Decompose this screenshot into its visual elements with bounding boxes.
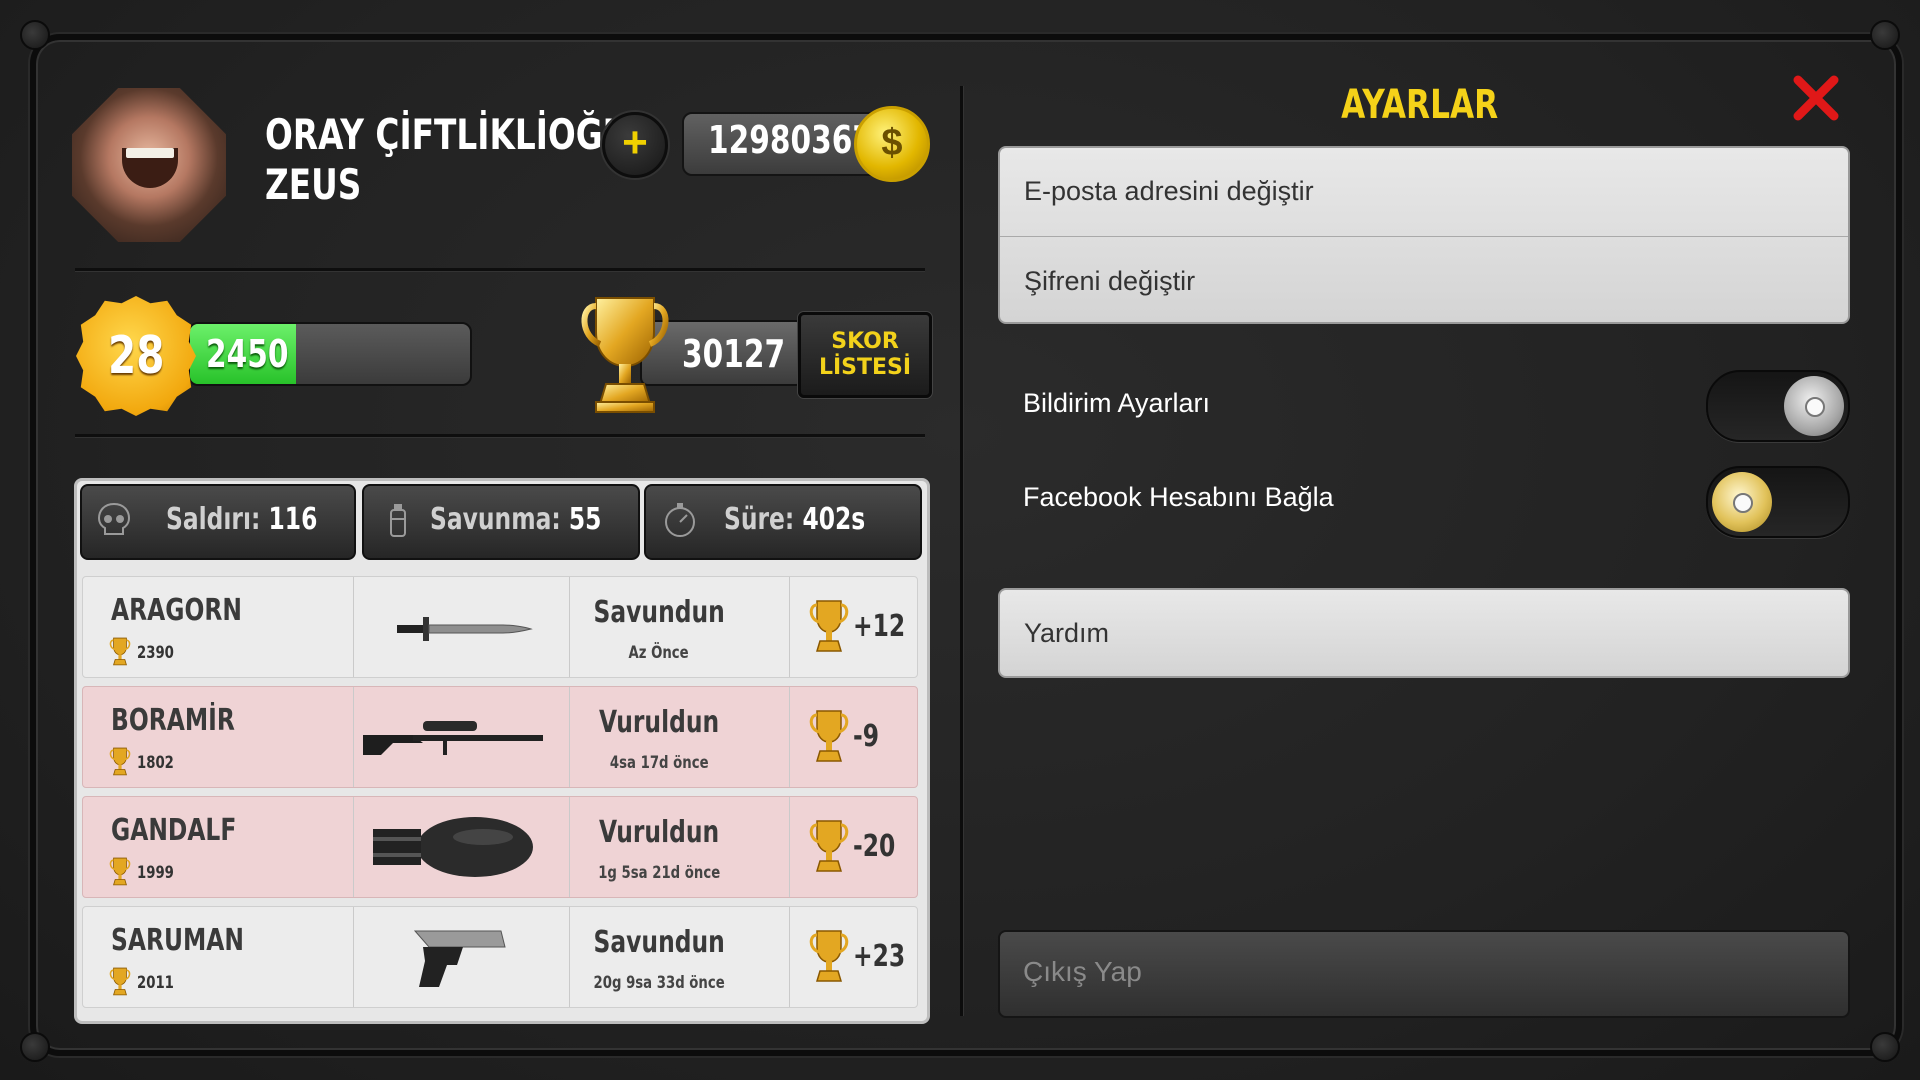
- panel-divider: [960, 86, 963, 1016]
- close-icon[interactable]: [1792, 74, 1840, 122]
- facebook-label: Facebook Hesabını Bağla: [1023, 482, 1334, 512]
- trophy-icon: [581, 297, 669, 413]
- toggle-knob: [1784, 376, 1844, 436]
- battle-result: Vuruldun: [598, 815, 720, 850]
- opponent-name: SARUMAN: [111, 923, 244, 958]
- trophy-icon: [109, 857, 131, 887]
- coin-icon: $: [854, 106, 930, 182]
- scoreboard-button-label: SKOR LİSTESİ: [801, 329, 929, 381]
- add-coins-button[interactable]: +: [602, 112, 668, 178]
- avatar-teeth: [126, 148, 174, 158]
- battle-row[interactable]: BORAMİR 1802 Vuruldun 4sa 17d önce -9: [82, 686, 918, 788]
- trophy-icon: [809, 929, 849, 985]
- knob-center: [1733, 493, 1753, 513]
- notifications-label: Bildirim Ayarları: [1023, 388, 1211, 418]
- defense-label: Savunma:: [430, 502, 561, 537]
- trophy-icon: [109, 747, 131, 777]
- cell-divider: [789, 577, 790, 677]
- opponent-score: 1802: [137, 753, 174, 773]
- trophy-icon: [109, 637, 131, 667]
- notifications-toggle[interactable]: [1706, 370, 1850, 442]
- coin-balance: 12980367: [708, 118, 873, 162]
- battle-time: 4sa 17d önce: [609, 753, 709, 773]
- trophy-icon: [809, 599, 849, 655]
- opponent-name: GANDALF: [111, 813, 237, 848]
- sniper-rifle-icon: [353, 697, 553, 777]
- trophy-delta: +12: [853, 609, 906, 644]
- trophy-count: 30127: [682, 332, 786, 376]
- bolt-icon: [20, 1032, 50, 1062]
- opponent-score: 1999: [137, 863, 174, 883]
- logout-label: Çıkış Yap: [1023, 956, 1142, 987]
- battle-time: 20g 9sa 33d önce: [593, 973, 725, 993]
- trophy-delta: -20: [853, 829, 896, 864]
- knife-icon: [353, 587, 553, 667]
- opponent-name: ARAGORN: [111, 593, 242, 628]
- defense-value: 55: [568, 502, 602, 537]
- change-email-button[interactable]: E-posta adresini değiştir: [1024, 176, 1314, 207]
- battle-row[interactable]: SARUMAN 2011 Savundun 20g 9sa 33d önce +…: [82, 906, 918, 1008]
- opponent-name: BORAMİR: [111, 703, 235, 738]
- level-number: 28: [108, 326, 165, 386]
- help-label: Yardım: [1024, 618, 1110, 648]
- time-value: 402s: [802, 502, 866, 537]
- attack-label: Saldırı:: [166, 502, 261, 537]
- player-name-line1: ORAY ÇİFTLİKLİOĞLU: [265, 110, 649, 159]
- bomb-icon: [353, 807, 553, 887]
- battle-result: Vuruldun: [598, 705, 720, 740]
- pistol-icon: [353, 917, 553, 997]
- time-label: Süre:: [724, 502, 795, 537]
- battle-row[interactable]: GANDALF 1999 Vuruldun 1g 5sa 21d önce -2…: [82, 796, 918, 898]
- skull-icon: [97, 502, 131, 535]
- trophy-delta: +23: [853, 939, 906, 974]
- cell-divider: [789, 797, 790, 897]
- trophy-icon: [809, 819, 849, 875]
- cell-divider: [789, 687, 790, 787]
- facebook-toggle[interactable]: [1706, 466, 1850, 538]
- menu-divider: [1000, 236, 1848, 237]
- bolt-icon: [20, 20, 50, 50]
- divider: [75, 268, 925, 271]
- cell-divider: [789, 907, 790, 1007]
- trophy-delta: -9: [853, 719, 879, 754]
- divider: [75, 434, 925, 437]
- attack-value: 116: [268, 502, 318, 537]
- battle-result: Savundun: [593, 925, 725, 960]
- bolt-icon: [1870, 1032, 1900, 1062]
- stopwatch-icon: [665, 503, 695, 537]
- knob-center: [1805, 397, 1825, 417]
- help-button[interactable]: Yardım: [998, 588, 1850, 678]
- xp-value: 2450: [206, 332, 289, 376]
- trophy-icon: [109, 967, 131, 997]
- grenade-icon: [390, 504, 406, 537]
- toggle-knob: [1712, 472, 1772, 532]
- trophy-icon: [809, 709, 849, 765]
- battle-time: Az Önce: [628, 643, 690, 663]
- account-menu: E-posta adresini değiştir Şifreni değişt…: [998, 146, 1850, 324]
- battle-time: 1g 5sa 21d önce: [597, 863, 720, 883]
- battle-result: Savundun: [593, 595, 725, 630]
- settings-title: AYARLAR: [1341, 82, 1499, 128]
- battle-row[interactable]: ARAGORN 2390 Savundun Az Önce +12: [82, 576, 918, 678]
- scoreboard-label-line1: SKOR: [831, 329, 899, 354]
- scoreboard-label-line2: LİSTESİ: [818, 355, 912, 380]
- bolt-icon: [1870, 20, 1900, 50]
- player-name-line2: ZEUS: [265, 160, 362, 209]
- scoreboard-button[interactable]: SKOR LİSTESİ: [798, 312, 932, 398]
- opponent-score: 2011: [137, 973, 174, 993]
- opponent-score: 2390: [137, 643, 174, 663]
- change-password-button[interactable]: Şifreni değiştir: [1024, 266, 1195, 297]
